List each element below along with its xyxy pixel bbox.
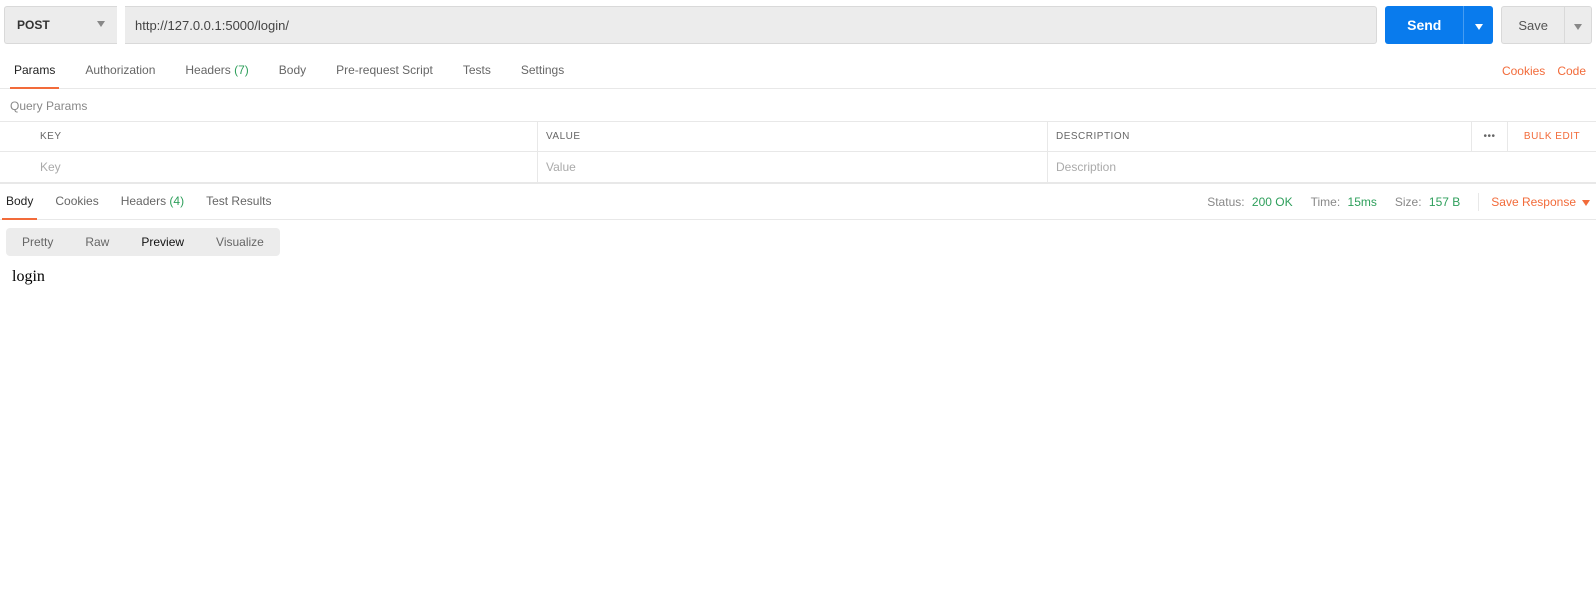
query-params-header-row: KEY VALUE DESCRIPTION ••• Bulk Edit [0,122,1596,152]
view-mode-raw[interactable]: Raw [69,228,125,256]
query-params-table: KEY VALUE DESCRIPTION ••• Bulk Edit [0,121,1596,184]
more-options-icon[interactable]: ••• [1472,122,1508,151]
request-bar: POST Send Save [0,0,1596,54]
col-header-value: VALUE [538,122,1048,151]
param-description-input[interactable] [1056,160,1588,174]
response-view-modes: Pretty Raw Preview Visualize [0,220,1596,264]
chevron-down-icon [1582,195,1590,209]
tab-authorization[interactable]: Authorization [83,54,157,88]
col-header-description: DESCRIPTION [1048,122,1472,151]
view-mode-visualize[interactable]: Visualize [200,228,280,256]
request-tabs: Params Authorization Headers (7) Body Pr… [4,54,566,88]
send-dropdown[interactable] [1463,6,1493,44]
http-method-value: POST [17,18,50,32]
resp-tab-headers[interactable]: Headers (4) [119,192,186,219]
chevron-down-icon [1475,18,1483,33]
view-mode-segment: Pretty Raw Preview Visualize [6,228,280,256]
query-params-input-row [0,152,1596,183]
response-tabs-row: Body Cookies Headers (4) Test Results St… [0,184,1596,220]
tab-params[interactable]: Params [12,54,57,88]
time-meta: Time: 15ms [1311,195,1377,209]
time-label: Time: [1311,195,1341,209]
view-mode-pretty[interactable]: Pretty [6,228,69,256]
response-preview-body: login [0,264,1596,290]
tab-prerequest-script[interactable]: Pre-request Script [334,54,435,88]
status-label: Status: [1207,195,1244,209]
tab-headers[interactable]: Headers (7) [183,54,250,88]
response-tabs: Body Cookies Headers (4) Test Results [4,192,273,219]
size-value: 157 B [1429,195,1460,209]
send-button[interactable]: Send [1385,6,1463,44]
chevron-down-icon [1574,18,1582,33]
http-method-select[interactable]: POST [4,6,117,44]
tab-tests[interactable]: Tests [461,54,493,88]
tab-settings[interactable]: Settings [519,54,566,88]
save-response-button[interactable]: Save Response [1478,193,1590,211]
save-button-group: Save [1501,6,1592,44]
chevron-down-icon [97,20,105,30]
response-meta: Status: 200 OK Time: 15ms Size: 157 B Sa… [1207,193,1590,219]
save-dropdown[interactable] [1564,6,1592,44]
resp-tab-headers-label: Headers [121,194,166,208]
tab-headers-count: (7) [234,63,249,77]
tab-headers-label: Headers [185,63,230,77]
status-meta: Status: 200 OK [1207,195,1292,209]
col-header-key: KEY [0,122,538,151]
resp-tab-test-results[interactable]: Test Results [204,192,273,219]
bulk-edit-link[interactable]: Bulk Edit [1524,131,1580,142]
status-value: 200 OK [1252,195,1293,209]
param-key-input[interactable] [40,160,529,174]
send-button-group: Send [1385,6,1493,44]
param-value-input[interactable] [546,160,1039,174]
query-params-title: Query Params [0,89,1596,121]
resp-tab-body[interactable]: Body [4,192,35,219]
resp-tab-cookies[interactable]: Cookies [53,192,100,219]
tab-body[interactable]: Body [277,54,308,88]
size-label: Size: [1395,195,1422,209]
save-response-label: Save Response [1491,195,1576,209]
save-button[interactable]: Save [1501,6,1564,44]
request-url-container [125,6,1377,44]
resp-tab-headers-count: (4) [169,194,184,208]
request-url-input[interactable] [135,18,1366,33]
size-meta: Size: 157 B [1395,195,1460,209]
cookies-link[interactable]: Cookies [1502,64,1545,78]
code-link[interactable]: Code [1557,64,1586,78]
request-tabs-row: Params Authorization Headers (7) Body Pr… [0,54,1596,89]
time-value: 15ms [1348,195,1377,209]
request-tabs-right: Cookies Code [1502,64,1592,78]
view-mode-preview[interactable]: Preview [125,228,200,256]
